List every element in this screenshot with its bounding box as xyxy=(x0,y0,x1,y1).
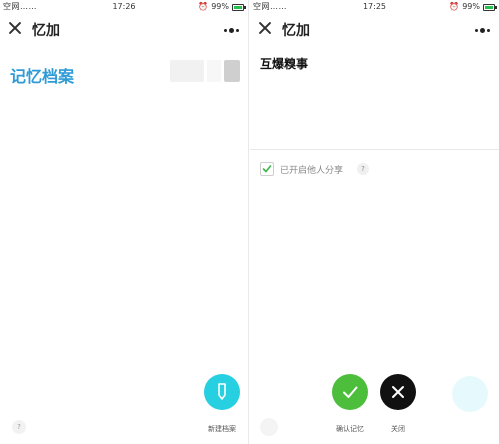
new-archive-button[interactable] xyxy=(204,374,240,410)
share-label: 已开启他人分享 xyxy=(280,165,344,176)
share-toggle-row: 已开启他人分享 ? xyxy=(260,162,370,176)
confirm-memory-button[interactable] xyxy=(332,374,368,410)
battery-icon xyxy=(483,3,497,11)
check-icon xyxy=(262,165,272,173)
more-icon[interactable] xyxy=(224,28,239,33)
blurred-thumbnail xyxy=(170,60,204,82)
battery-percent: 99% xyxy=(462,2,480,11)
confirm-memory-label: 确认记忆 xyxy=(336,425,364,433)
close-icon[interactable] xyxy=(258,21,272,35)
alarm-icon: ⏰ xyxy=(449,2,460,11)
blurred-thumbnail xyxy=(207,60,221,82)
status-bar: 空网…… 17:26 ⏰ 99% xyxy=(0,0,248,14)
pen-icon xyxy=(218,383,226,400)
faded-new-button xyxy=(452,376,488,412)
more-icon[interactable] xyxy=(475,28,490,33)
app-title: 忆加 xyxy=(282,23,310,39)
new-archive-label: 新建档案 xyxy=(208,425,236,433)
battery-percent: 99% xyxy=(211,2,229,11)
archive-title[interactable]: 记忆档案 xyxy=(10,63,74,87)
app-title: 忆加 xyxy=(32,23,60,39)
help-icon[interactable]: ? xyxy=(357,163,370,175)
left-screen: 空网…… 17:26 ⏰ 99% 忆加 记忆档案 新建档案 ? xyxy=(0,0,249,444)
faded-help-icon xyxy=(260,418,278,436)
close-button[interactable] xyxy=(380,374,416,410)
status-right: ⏰ 99% xyxy=(198,0,246,14)
alarm-icon: ⏰ xyxy=(198,2,209,11)
close-label: 关闭 xyxy=(391,425,405,433)
battery-icon xyxy=(232,3,246,11)
status-bar: 空网…… 17:25 ⏰ 99% xyxy=(250,0,499,14)
share-checkbox[interactable] xyxy=(260,162,274,176)
blurred-thumbnail xyxy=(224,60,240,82)
close-icon[interactable] xyxy=(8,21,22,35)
top-bar: 忆加 xyxy=(0,18,248,42)
check-icon xyxy=(343,386,358,398)
status-right: ⏰ 99% xyxy=(449,0,497,14)
close-icon xyxy=(392,386,404,398)
top-bar: 忆加 xyxy=(250,18,499,42)
right-screen: 空网…… 17:25 ⏰ 99% 忆加 互爆糗事 已开启他人分享 ? 确认记忆 … xyxy=(250,0,499,444)
divider xyxy=(250,149,499,150)
help-icon[interactable]: ? xyxy=(12,420,26,434)
memory-title[interactable]: 互爆糗事 xyxy=(260,55,308,72)
